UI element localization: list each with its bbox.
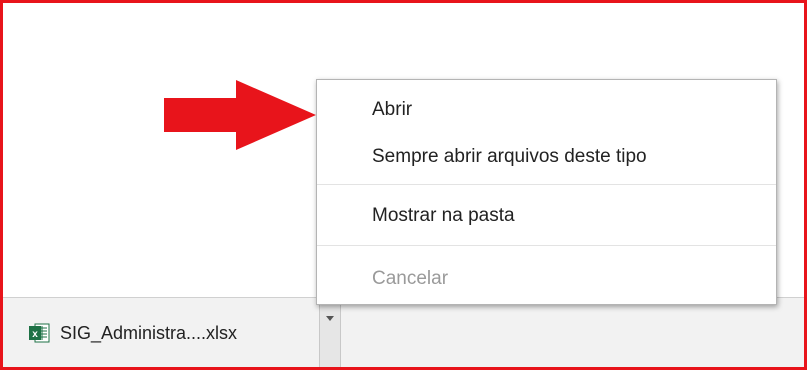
chevron-down-icon (326, 316, 334, 368)
download-shelf: x SIG_Administra....xlsx (3, 297, 804, 368)
menu-separator (317, 245, 776, 246)
download-file-name: SIG_Administra....xlsx (60, 322, 238, 343)
menu-item-sempre-abrir[interactable]: Sempre abrir arquivos deste tipo (317, 137, 776, 177)
download-options-button[interactable] (319, 298, 341, 368)
menu-item-abrir[interactable]: Abrir (317, 90, 776, 130)
menu-item-mostrar-na-pasta[interactable]: Mostrar na pasta (317, 196, 776, 236)
menu-item-cancelar: Cancelar (372, 268, 449, 289)
excel-file-icon: x (28, 322, 50, 344)
download-context-menu: Abrir Sempre abrir arquivos deste tipo M… (316, 79, 777, 305)
download-item[interactable]: x SIG_Administra....xlsx (11, 298, 320, 368)
svg-text:x: x (32, 329, 38, 340)
red-arrow-annotation (164, 80, 316, 150)
menu-separator (317, 184, 776, 185)
